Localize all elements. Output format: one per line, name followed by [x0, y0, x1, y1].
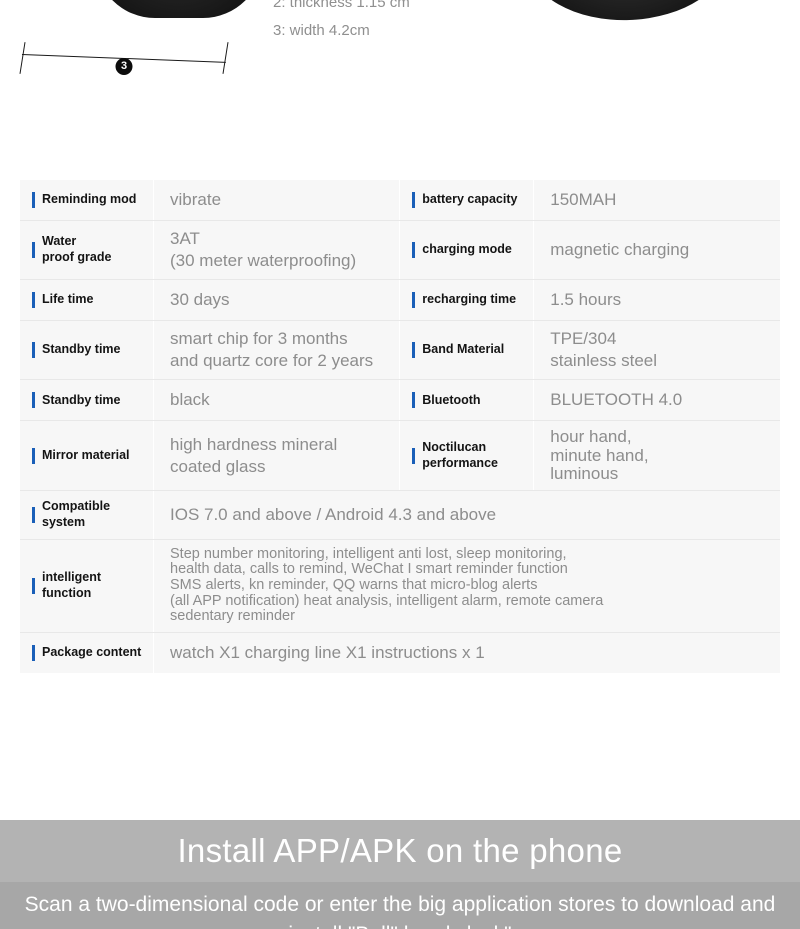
install-app-banner: Install APP/APK on the phone Scan a two-…	[0, 820, 800, 929]
banner-subtitle-bar: Scan a two-dimensional code or enter the…	[0, 882, 800, 929]
spec-label-cell: battery capacity	[399, 180, 535, 221]
spec-label: Mirror material	[42, 448, 130, 463]
spec-value-cell: hour hand, minute hand, luminous	[533, 420, 780, 492]
dimension-note-thickness: 2: thickness 1.15 cm	[273, 0, 410, 11]
spec-value-cell: vibrate	[153, 180, 401, 221]
accent-bar-icon	[32, 447, 35, 464]
spec-label: Standby time	[42, 342, 121, 357]
spec-value: magnetic charging	[550, 240, 690, 260]
watch-photo-left	[95, 0, 263, 18]
accent-bar-icon	[32, 242, 35, 259]
spec-value: hour hand, minute hand, luminous	[550, 427, 649, 484]
table-row: Life time 30 days recharging time 1.5 ho…	[20, 279, 780, 322]
accent-bar-icon	[412, 242, 416, 259]
accent-bar-icon	[32, 507, 35, 524]
spec-value-cell: Step number monitoring, intelligent anti…	[153, 539, 780, 633]
table-row: Water proof grade 3AT (30 meter waterpro…	[20, 220, 780, 281]
accent-bar-icon	[32, 644, 35, 661]
spec-value-cell: watch X1 charging line X1 instructions x…	[153, 632, 780, 673]
spec-value: Step number monitoring, intelligent anti…	[170, 545, 604, 625]
spec-value: high hardness mineral coated glass	[170, 434, 338, 476]
dimension-note-width: 3: width 4.2cm	[273, 22, 370, 39]
spec-value-cell: 1.5 hours	[533, 279, 780, 322]
spec-label: Standby time	[42, 392, 121, 407]
accent-bar-icon	[412, 292, 416, 309]
spec-value: TPE/304 stainless steel	[550, 329, 658, 371]
spec-label: Noctilucan performance	[422, 440, 498, 470]
spec-value-cell: high hardness mineral coated glass	[153, 420, 401, 492]
accent-bar-icon	[32, 577, 35, 594]
banner-title-bar: Install APP/APK on the phone	[0, 820, 800, 882]
dimension-tick-right	[222, 42, 229, 74]
table-row: Standby time black Bluetooth BLUETOOTH 4…	[20, 379, 780, 422]
spec-label-cell: Mirror material	[20, 420, 154, 492]
spec-value: vibrate	[170, 189, 222, 209]
product-image-area: 2: thickness 1.15 cm 3: width 4.2cm 3	[0, 0, 800, 160]
accent-bar-icon	[32, 392, 35, 409]
spec-label-cell: Reminding mod	[20, 180, 154, 221]
spec-value: 30 days	[170, 290, 230, 310]
spec-value: watch X1 charging line X1 instructions x…	[170, 642, 485, 662]
spec-value-cell: IOS 7.0 and above / Android 4.3 and abov…	[153, 490, 780, 540]
banner-subtitle: Scan a two-dimensional code or enter the…	[24, 893, 776, 929]
spec-label-cell: Standby time	[20, 320, 154, 381]
watch-photo-right	[526, 0, 730, 24]
dimension-tick-left	[19, 42, 26, 74]
spec-label-cell: charging mode	[399, 220, 535, 281]
spec-label-cell: recharging time	[399, 279, 535, 322]
spec-label: Package content	[42, 645, 142, 660]
spec-label-cell: intelligent function	[20, 539, 154, 633]
spec-value: 1.5 hours	[550, 290, 622, 310]
banner-title: Install APP/APK on the phone	[177, 832, 623, 869]
spec-value: BLUETOOTH 4.0	[550, 390, 683, 410]
table-row: Standby time smart chip for 3 months and…	[20, 320, 780, 381]
accent-bar-icon	[412, 392, 416, 409]
spec-value-cell: TPE/304 stainless steel	[533, 320, 780, 381]
spec-value-cell: black	[153, 379, 401, 422]
spec-label-cell: Standby time	[20, 379, 154, 422]
table-row: intelligent function Step number monitor…	[20, 539, 780, 633]
accent-bar-icon	[32, 292, 35, 309]
spec-value-cell: 150MAH	[533, 180, 780, 221]
spec-label-cell: Band Material	[399, 320, 535, 381]
spec-label: Band Material	[422, 342, 505, 357]
spec-value-cell: magnetic charging	[533, 220, 780, 281]
spec-value-cell: 30 days	[153, 279, 401, 322]
spec-value: 150MAH	[550, 189, 617, 209]
spec-value-cell: 3AT (30 meter waterproofing)	[153, 220, 401, 281]
spec-value: black	[170, 390, 210, 410]
spec-label-cell: Package content	[20, 632, 154, 673]
spec-label-cell: Water proof grade	[20, 220, 154, 281]
table-row: Package content watch X1 charging line X…	[20, 632, 780, 673]
spec-value: IOS 7.0 and above / Android 4.3 and abov…	[170, 505, 497, 525]
spec-value: 3AT (30 meter waterproofing)	[170, 229, 357, 271]
accent-bar-icon	[32, 192, 35, 208]
spec-label: Life time	[42, 292, 94, 307]
accent-bar-icon	[412, 192, 416, 208]
dimension-measure-line: 3	[19, 42, 229, 82]
spec-label: recharging time	[422, 292, 517, 307]
spec-label-cell: Bluetooth	[399, 379, 535, 422]
spec-label: Water proof grade	[42, 234, 112, 265]
spec-label: Compatible system	[42, 499, 111, 530]
dimension-badge-3: 3	[115, 58, 133, 75]
spec-label: charging mode	[422, 242, 512, 257]
spec-label: battery capacity	[422, 192, 518, 207]
spec-label: intelligent function	[42, 570, 102, 600]
specification-table: Reminding mod vibrate battery capacity 1…	[20, 180, 780, 673]
spec-value-cell: smart chip for 3 months and quartz core …	[153, 320, 401, 381]
table-row: Mirror material high hardness mineral co…	[20, 420, 780, 492]
spec-label: Bluetooth	[422, 392, 481, 407]
accent-bar-icon	[412, 342, 416, 359]
table-row: Compatible system IOS 7.0 and above / An…	[20, 490, 780, 540]
spec-label: Reminding mod	[42, 192, 137, 207]
spec-label-cell: Noctilucan performance	[399, 420, 535, 492]
spec-label-cell: Life time	[20, 279, 154, 322]
spec-value-cell: BLUETOOTH 4.0	[533, 379, 780, 422]
accent-bar-icon	[32, 342, 35, 359]
spec-value: smart chip for 3 months and quartz core …	[170, 329, 374, 371]
table-row: Reminding mod vibrate battery capacity 1…	[20, 180, 780, 221]
accent-bar-icon	[412, 447, 416, 464]
spec-label-cell: Compatible system	[20, 490, 154, 540]
